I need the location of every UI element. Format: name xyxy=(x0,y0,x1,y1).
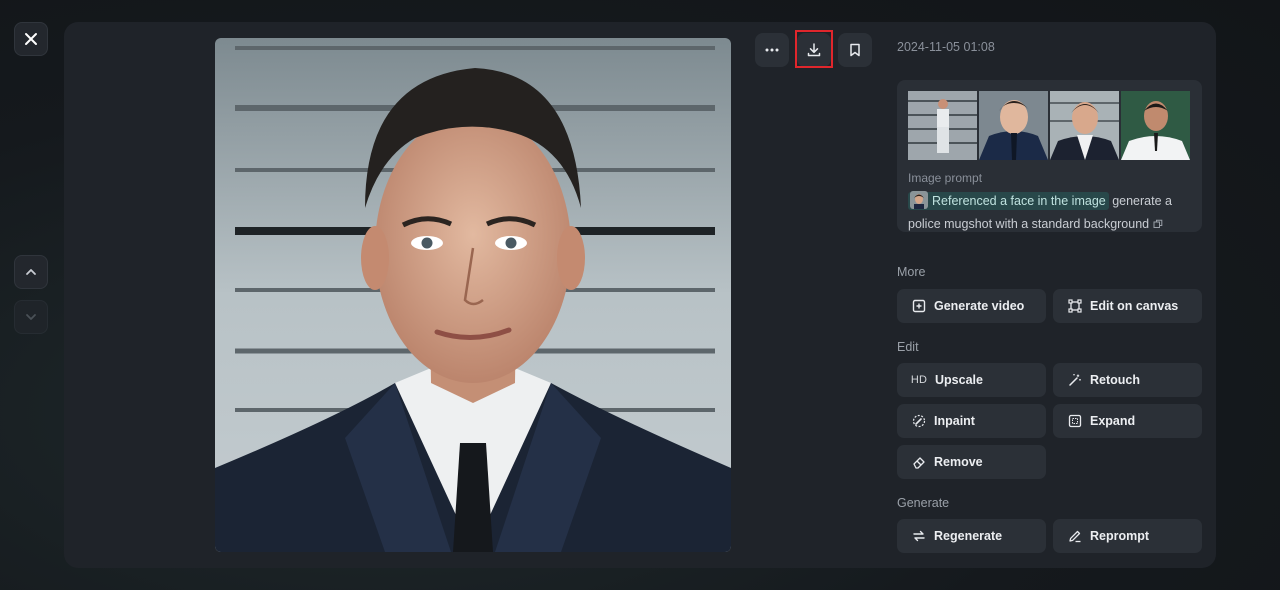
next-image-button[interactable] xyxy=(14,300,48,334)
generated-image xyxy=(215,38,731,552)
regenerate-button[interactable]: Regenerate xyxy=(897,519,1046,553)
inpaint-label: Inpaint xyxy=(934,414,975,428)
expand-button[interactable]: Expand xyxy=(1053,404,1202,438)
canvas-icon xyxy=(1067,299,1082,314)
prompt-card: Image prompt Referenced a face in the im… xyxy=(897,80,1202,232)
retouch-label: Retouch xyxy=(1090,373,1140,387)
close-button[interactable] xyxy=(14,22,48,56)
upscale-button[interactable]: HD Upscale xyxy=(897,363,1046,397)
bookmark-button[interactable] xyxy=(838,33,872,67)
eraser-icon xyxy=(911,455,926,470)
prompt-label: Image prompt xyxy=(908,171,983,185)
edit-on-canvas-label: Edit on canvas xyxy=(1090,299,1179,313)
reference-chip-label: Referenced a face in the image xyxy=(932,194,1106,208)
thumbnail-3[interactable] xyxy=(1050,91,1119,160)
chevron-down-icon xyxy=(26,314,36,320)
expand-icon xyxy=(1067,414,1082,429)
thumbnail-2[interactable] xyxy=(979,91,1048,160)
retouch-button[interactable]: Retouch xyxy=(1053,363,1202,397)
face-reference-chip[interactable]: Referenced a face in the image xyxy=(908,191,1109,210)
more-options-button[interactable] xyxy=(755,33,789,67)
bookmark-icon xyxy=(850,43,860,57)
download-button[interactable] xyxy=(797,33,831,67)
download-icon xyxy=(807,43,821,57)
regenerate-icon xyxy=(911,529,926,544)
chevron-up-icon xyxy=(26,269,36,275)
reprompt-label: Reprompt xyxy=(1090,529,1150,543)
section-label-more: More xyxy=(897,265,926,279)
magic-wand-icon xyxy=(1067,373,1082,388)
section-label-generate: Generate xyxy=(897,496,950,510)
copy-icon[interactable] xyxy=(1153,219,1163,229)
section-label-edit: Edit xyxy=(897,340,919,354)
remove-button[interactable]: Remove xyxy=(897,445,1046,479)
upscale-label: Upscale xyxy=(935,373,983,387)
generate-video-label: Generate video xyxy=(934,299,1025,313)
hd-icon: HD xyxy=(910,374,928,386)
prompt-text: Referenced a face in the image generate … xyxy=(908,190,1194,232)
thumbnail-strip xyxy=(908,91,1190,160)
pencil-icon xyxy=(1067,529,1082,544)
inpaint-button[interactable]: Inpaint xyxy=(897,404,1046,438)
thumbnail-4[interactable] xyxy=(1121,91,1190,160)
image-timestamp: 2024-11-05 01:08 xyxy=(897,40,995,54)
video-plus-icon xyxy=(911,299,926,314)
expand-label: Expand xyxy=(1090,414,1136,428)
reference-avatar xyxy=(910,191,928,209)
edit-on-canvas-button[interactable]: Edit on canvas xyxy=(1053,289,1202,323)
regenerate-label: Regenerate xyxy=(934,529,1003,543)
thumbnail-1[interactable] xyxy=(908,91,977,160)
generate-video-button[interactable]: Generate video xyxy=(897,289,1046,323)
previous-image-button[interactable] xyxy=(14,255,48,289)
remove-label: Remove xyxy=(934,455,983,469)
inpaint-icon xyxy=(911,414,926,429)
close-icon xyxy=(25,33,37,45)
more-horizontal-icon xyxy=(765,48,779,52)
reprompt-button[interactable]: Reprompt xyxy=(1053,519,1202,553)
